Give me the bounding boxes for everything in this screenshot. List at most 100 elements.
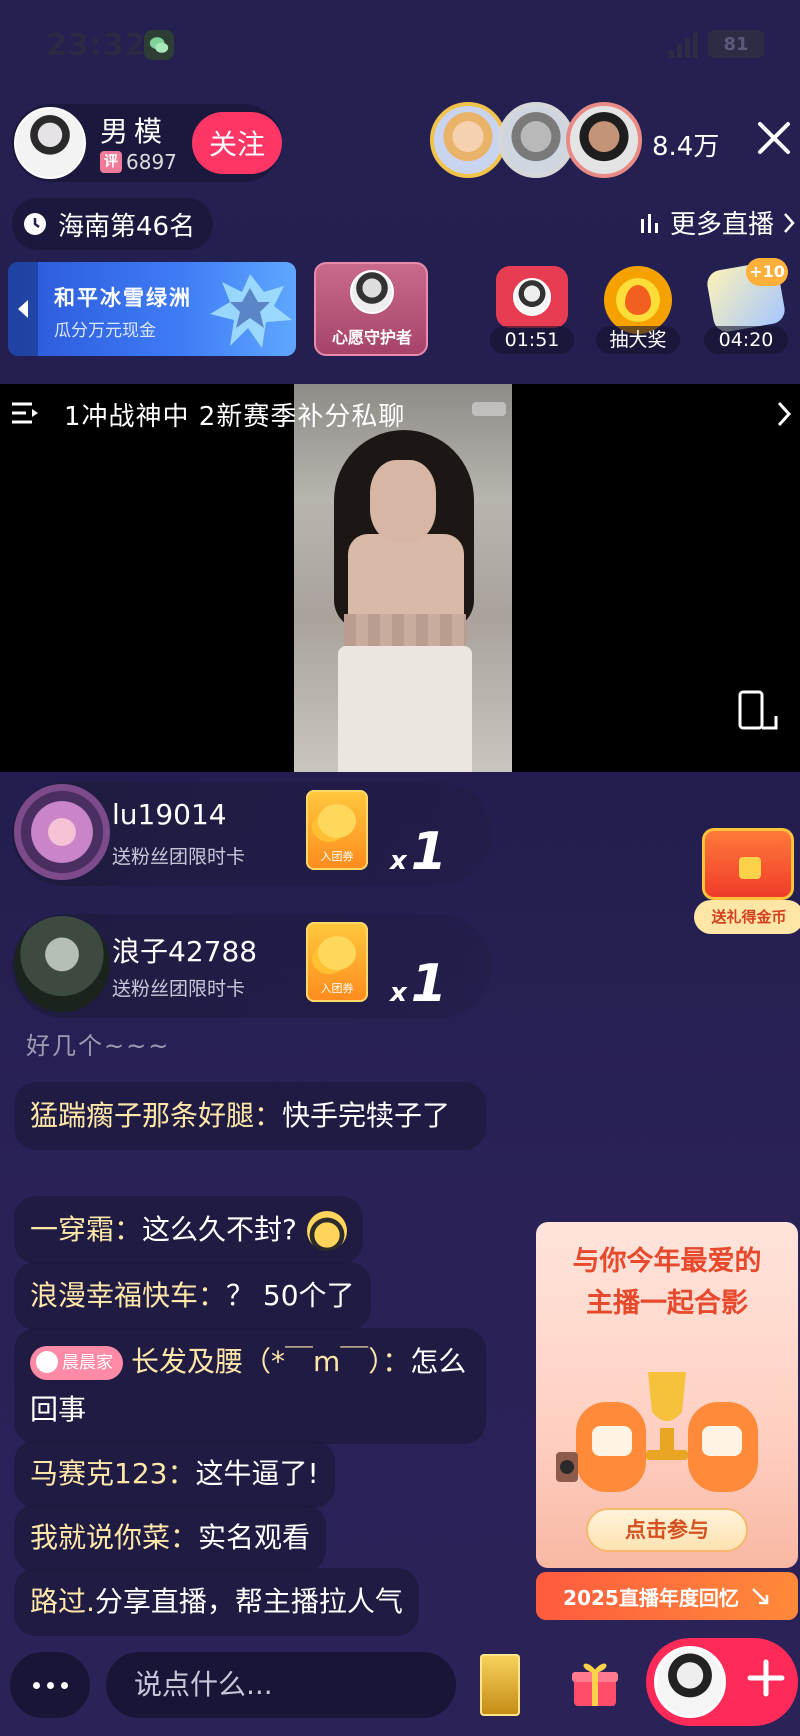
anchor-avatar[interactable] [14, 107, 86, 179]
gift-desc: 送粉丝团限时卡 [112, 978, 246, 1000]
fan-card-label: 入团券 [320, 850, 354, 863]
fan-card-icon: 入团券 [306, 922, 368, 1002]
anchor-score: 评 6897 [100, 150, 177, 174]
lottery-tile[interactable]: 抽大奖 [596, 262, 680, 356]
treasure-chest-icon [702, 828, 794, 900]
rotate-screen-icon[interactable] [734, 688, 780, 734]
signal-icon [669, 30, 698, 58]
rank-pill[interactable]: 海南第46名 [12, 198, 214, 250]
year-review-footer[interactable]: 2025直播年度回忆 [536, 1572, 798, 1620]
close-icon[interactable] [752, 116, 796, 160]
level-icon: 评 [100, 151, 122, 173]
viewer-avatar[interactable] [498, 102, 574, 178]
mecha-icon [210, 274, 292, 348]
timer-tile-2[interactable]: +10 04:20 [704, 258, 788, 356]
banner-line1: 与你今年最爱的 [572, 1246, 762, 1277]
wish-avatar [350, 270, 394, 314]
collapse-icon[interactable] [749, 1585, 771, 1607]
banner-line2: 主播一起合影 [586, 1288, 748, 1319]
battery-icon: 81 [708, 30, 764, 58]
chat-message[interactable]: 我就说你菜：实名观看 [14, 1504, 327, 1572]
timer-label: 01:51 [490, 326, 574, 354]
chat-text: 快手完犊子了 [282, 1099, 451, 1132]
more-live-label: 更多直播 [669, 210, 774, 240]
chat-user: 我就说你菜： [30, 1521, 199, 1554]
video-area[interactable]: 1冲战神中 2新赛季补分私聊 [0, 384, 800, 772]
timer-badge: +10 [746, 258, 788, 286]
chat-user: 浪漫幸福快车： [30, 1279, 227, 1312]
participate-button[interactable]: 点击参与 [586, 1508, 748, 1552]
treasure-label: 送礼得金币 [694, 900, 800, 934]
lottery-label: 抽大奖 [596, 326, 680, 354]
lottery-icon [604, 266, 672, 334]
mosaic-blur [344, 614, 466, 648]
promo-title: 和平冰雪绿洲 [54, 286, 192, 310]
promo-banner[interactable]: 和平冰雪绿洲 瓜分万元现金 [8, 262, 296, 356]
anchor-mini-avatar [654, 1646, 726, 1718]
promo-subtitle: 瓜分万元现金 [54, 321, 156, 341]
gift-user-avatar[interactable] [14, 916, 110, 1012]
more-live-link[interactable]: 更多直播 [638, 204, 796, 241]
viewer-avatar[interactable] [430, 102, 506, 178]
status-right: 81 [669, 30, 764, 58]
chat-message[interactable]: 猛踹瘸子那条好腿：快手完犊子了 [14, 1082, 486, 1150]
chat-text: 分享直播，帮主播拉人气 [94, 1585, 403, 1618]
chat-text: ？ 50个了 [226, 1279, 355, 1312]
viewer-avatar[interactable] [566, 102, 642, 178]
chat-message[interactable]: 路过.分享直播，帮主播拉人气 [14, 1568, 419, 1636]
anchor-shortcut-button[interactable] [646, 1638, 798, 1726]
year-review-banner[interactable]: 与你今年最爱的 主播一起合影 点击参与 [536, 1222, 798, 1568]
chat-message[interactable]: 一穿霜：这么久不封? [14, 1196, 363, 1264]
chat-text: 实名观看 [198, 1521, 311, 1554]
wish-label: 心愿守护者 [331, 328, 412, 347]
year-review-label: 2025直播年度回忆 [563, 1585, 739, 1610]
clock-icon [24, 213, 46, 235]
treasure-chest-button[interactable]: 送礼得金币 [694, 822, 800, 946]
collapse-arrow-icon[interactable] [8, 262, 38, 356]
chat-user: 马赛克123： [30, 1457, 196, 1490]
fan-badge-icon [36, 1350, 58, 1373]
wish-guardian-tile[interactable]: 心愿守护者 [314, 262, 428, 356]
viewer-count[interactable]: 8.4万 [652, 126, 719, 163]
follow-button[interactable]: 关注 [192, 112, 282, 174]
gift-desc: 送粉丝团限时卡 [112, 846, 246, 868]
chat-message[interactable]: 晨晨家 长发及腰（*￣m￣）：怎么回事 [14, 1328, 486, 1444]
gift-user-name: 浪子42788 [112, 935, 258, 968]
rank-label: 海南第46名 [58, 211, 196, 242]
chat-user: 路过. [30, 1585, 95, 1618]
anchor-score-value: 6897 [126, 150, 177, 174]
chat-message[interactable]: 马赛克123：这牛逼了! [14, 1440, 335, 1508]
emoji-icon [306, 1211, 347, 1251]
gift-notice[interactable]: 浪子42788 送粉丝团限时卡 入团券 x1 [12, 914, 492, 1018]
chat-user: 一穿霜： [30, 1213, 143, 1246]
fan-badge: 晨晨家 [30, 1346, 123, 1380]
fan-card-icon: 入团券 [306, 790, 368, 870]
mascot-trophy-icon [556, 1372, 758, 1492]
fan-card-label: 入团券 [320, 982, 354, 995]
chat-user: 猛踹瘸子那条好腿： [30, 1099, 283, 1132]
chevron-right-icon [784, 212, 795, 233]
battery-level: 81 [723, 33, 749, 55]
chat-text: 这么久不封? [142, 1213, 297, 1246]
top-viewers[interactable] [430, 102, 642, 178]
wechat-icon [144, 30, 174, 60]
gift-user-name: lu19014 [112, 798, 227, 831]
playlist-icon[interactable] [10, 400, 40, 426]
chevron-right-icon[interactable] [776, 400, 792, 428]
plus-icon[interactable] [742, 1654, 790, 1702]
chat-message[interactable]: 浪漫幸福快车：？ 50个了 [14, 1262, 371, 1330]
gift-count: x1 [390, 954, 447, 1014]
bars-icon [640, 213, 658, 233]
more-options-button[interactable] [10, 1652, 90, 1718]
gift-notice[interactable]: lu19014 送粉丝团限时卡 入团券 x1 [12, 782, 492, 886]
gold-card-icon[interactable] [480, 1654, 520, 1716]
timer-tile[interactable]: 01:51 [490, 262, 574, 356]
comment-input[interactable]: 说点什么... [106, 1652, 456, 1718]
chat-user: 长发及腰（*￣m￣）： [131, 1345, 411, 1378]
gift-icon[interactable] [568, 1656, 622, 1710]
gift-count: x1 [390, 822, 447, 882]
gift-user-avatar[interactable] [14, 784, 110, 880]
video-frame [294, 384, 512, 772]
video-title: 1冲战神中 2新赛季补分私聊 [64, 402, 406, 432]
chat-text: 这牛逼了! [195, 1457, 319, 1490]
